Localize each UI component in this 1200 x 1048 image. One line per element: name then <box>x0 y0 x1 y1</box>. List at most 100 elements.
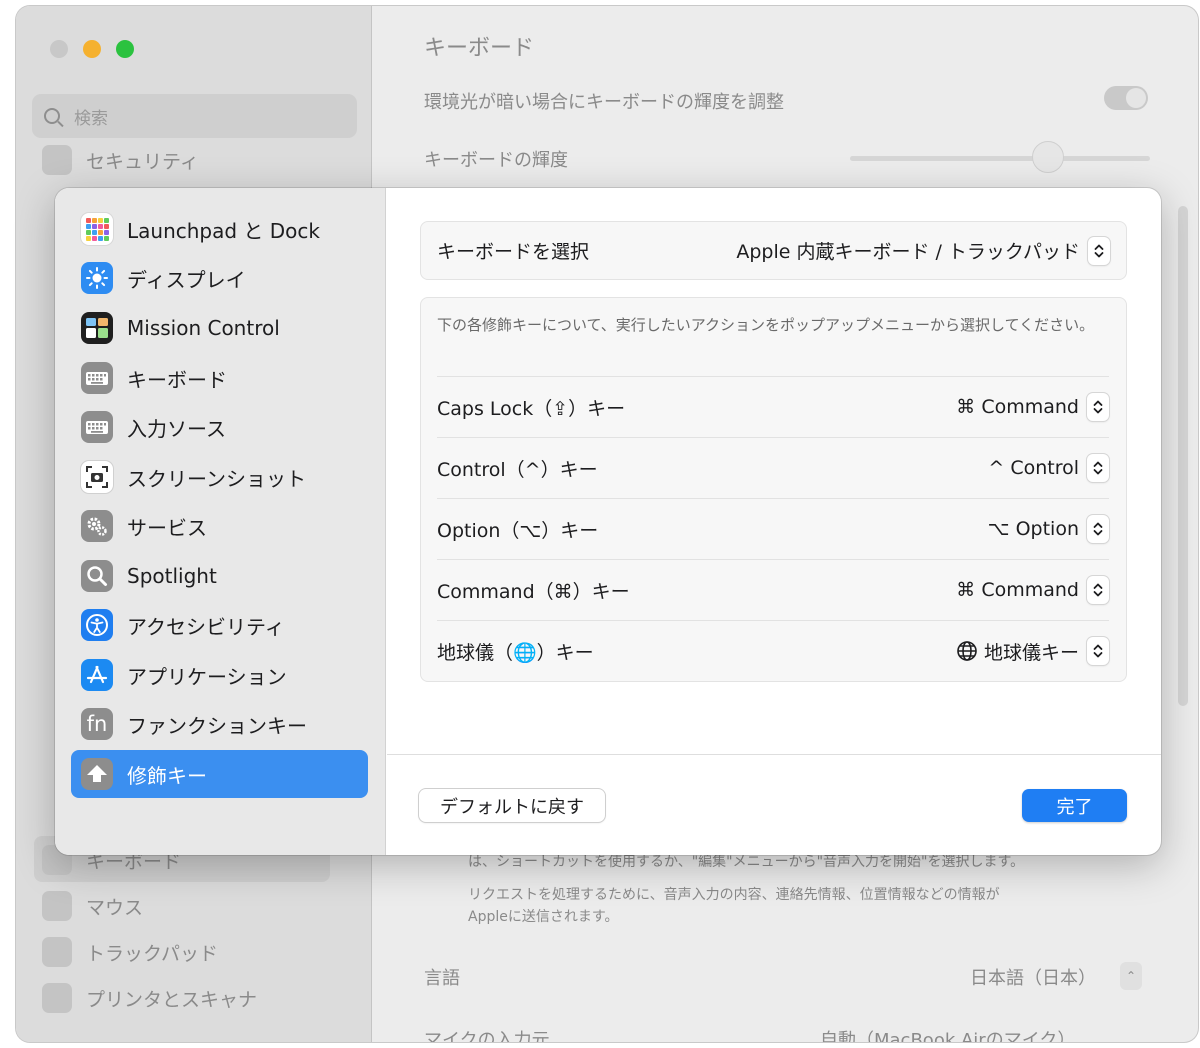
app-store-icon <box>81 659 113 691</box>
screenshot-icon <box>81 461 113 493</box>
modifier-row-control: Control（^）キー ^ Control <box>437 437 1109 498</box>
nav-item-mission-control[interactable]: Mission Control <box>71 304 368 352</box>
sidebar-item-label: セキュリティ <box>86 150 199 173</box>
language-value[interactable]: 日本語（日本） <box>970 964 1096 990</box>
nav-item-label: アプリケーション <box>127 664 287 689</box>
modifier-keys-content: キーボードを選択 Apple 内蔵キーボード / トラックパッド 下の各修飾キー… <box>387 188 1161 754</box>
modifier-row-label: 地球儀（🌐）キー <box>437 641 594 664</box>
nav-item-label: キーボード <box>127 367 227 392</box>
sidebar-item-trackpad[interactable]: トラックパッド <box>42 934 218 970</box>
fn-icon: fn <box>81 708 113 740</box>
footer-divider <box>387 754 1161 755</box>
done-button[interactable]: 完了 <box>1022 789 1127 822</box>
nav-item-spotlight[interactable]: Spotlight <box>71 552 368 600</box>
chevron-up-down-icon <box>1087 576 1109 604</box>
nav-item-function-keys[interactable]: fn ファンクションキー <box>71 700 368 748</box>
nav-item-label: Launchpad と Dock <box>127 218 320 243</box>
modifier-row-value: 地球儀キー <box>983 641 1079 664</box>
modifier-keys-icon <box>81 758 113 790</box>
modifier-row-label: Control（^）キー <box>437 458 598 481</box>
services-icon <box>81 510 113 542</box>
zoom-window-button[interactable] <box>116 40 134 58</box>
trackpad-icon <box>42 937 72 967</box>
search-field[interactable]: 検索 <box>32 94 357 138</box>
control-popup[interactable]: ^ Control <box>988 454 1109 482</box>
keyboard-select-popup[interactable]: Apple 内蔵キーボード / トラックパッド <box>736 236 1110 265</box>
display-icon <box>81 262 113 294</box>
search-icon <box>44 108 60 124</box>
command-popup[interactable]: ⌘ Command <box>956 576 1109 604</box>
nav-item-label: ディスプレイ <box>127 267 246 292</box>
nav-item-applications[interactable]: アプリケーション <box>71 651 368 699</box>
ambient-light-label: 環境光が暗い場合にキーボードの輝度を調整 <box>424 92 784 113</box>
brightness-slider-knob[interactable] <box>1032 141 1064 173</box>
option-popup[interactable]: ⌥ Option <box>988 515 1109 543</box>
keyboard-select-value: Apple 内蔵キーボード / トラックパッド <box>736 241 1080 263</box>
chevron-up-down-icon <box>1088 236 1110 265</box>
nav-item-keyboard[interactable]: キーボード <box>71 354 368 402</box>
nav-item-modifier-keys[interactable]: 修飾キー <box>71 750 368 798</box>
sidebar-item-security[interactable]: セキュリティ <box>42 142 199 178</box>
chevron-up-down-icon <box>1087 454 1109 482</box>
ambient-light-toggle[interactable] <box>1104 86 1148 110</box>
modifier-row-value: ⌥ Option <box>987 518 1079 540</box>
keyboard-select-row: キーボードを選択 Apple 内蔵キーボード / トラックパッド <box>420 221 1127 280</box>
nav-item-launchpad-dock[interactable]: Launchpad と Dock <box>71 205 368 253</box>
chevron-up-down-icon <box>1087 637 1109 665</box>
chevron-up-down-icon <box>1087 515 1109 543</box>
nav-item-label: サービス <box>127 515 207 540</box>
sidebar-item-printers[interactable]: プリンタとスキャナ <box>42 980 257 1016</box>
close-window-button[interactable] <box>50 40 68 58</box>
modifier-keys-description: 下の各修飾キーについて、実行したいアクションをポップアップメニューから選択してく… <box>437 316 1095 334</box>
modifier-row-caps-lock: Caps Lock（⇪）キー ⌘ Command <box>437 376 1109 437</box>
language-stepper[interactable]: ⌃ <box>1120 962 1142 990</box>
nav-item-label: Spotlight <box>127 564 217 588</box>
window-title: キーボード <box>424 36 535 61</box>
mouse-icon <box>42 891 72 921</box>
modifier-row-label: Command（⌘）キー <box>437 580 630 603</box>
keyboard-select-label: キーボードを選択 <box>437 241 590 263</box>
nav-item-label: 修飾キー <box>127 763 207 788</box>
input-sources-icon <box>81 411 113 443</box>
brightness-label: キーボードの輝度 <box>424 150 568 171</box>
modifier-keys-group: 下の各修飾キーについて、実行したいアクションをポップアップメニューから選択してく… <box>420 297 1127 682</box>
accessibility-icon <box>81 609 113 641</box>
nav-item-display[interactable]: ディスプレイ <box>71 254 368 302</box>
launchpad-dock-icon <box>81 213 113 245</box>
modifier-row-globe: 地球儀（🌐）キー 地球儀キー <box>437 620 1109 681</box>
modifier-row-value: ^ Control <box>988 457 1079 479</box>
security-icon <box>42 145 72 175</box>
minimize-window-button[interactable] <box>83 40 101 58</box>
brightness-slider-track[interactable] <box>850 156 1150 161</box>
sidebar-item-label: プリンタとスキャナ <box>86 988 258 1011</box>
nav-item-label: スクリーンショット <box>127 466 306 491</box>
caps-lock-popup[interactable]: ⌘ Command <box>956 393 1109 421</box>
sheet-sidebar: Launchpad と Dock ディスプレイ Mission Control … <box>55 188 386 855</box>
modifier-keys-sheet: Launchpad と Dock ディスプレイ Mission Control … <box>55 188 1161 855</box>
restore-defaults-button[interactable]: デフォルトに戻す <box>419 789 605 822</box>
search-placeholder: 検索 <box>74 108 108 129</box>
sidebar-item-label: マウス <box>86 896 144 919</box>
nav-item-accessibility[interactable]: アクセシビリティ <box>71 601 368 649</box>
modifier-row-label: Caps Lock（⇪）キー <box>437 397 626 420</box>
mission-control-icon <box>81 312 113 344</box>
nav-item-services[interactable]: サービス <box>71 502 368 550</box>
nav-item-input-sources[interactable]: 入力ソース <box>71 403 368 451</box>
spotlight-icon <box>81 560 113 592</box>
modifier-row-option: Option（⌥）キー ⌥ Option <box>437 498 1109 559</box>
dictation-note-2: リクエストを処理するために、音声入力の内容、連絡先情報、位置情報などの情報が <box>468 887 1000 903</box>
nav-item-label: アクセシビリティ <box>127 614 285 639</box>
nav-item-label: Mission Control <box>127 316 280 340</box>
globe-icon <box>957 641 977 661</box>
keyboard-icon <box>81 362 113 394</box>
dictation-note-3: Appleに送信されます。 <box>468 909 619 925</box>
sidebar-item-mouse[interactable]: マウス <box>42 888 143 924</box>
nav-item-screenshot[interactable]: スクリーンショット <box>71 453 368 501</box>
chevron-up-down-icon <box>1087 393 1109 421</box>
nav-item-label: 入力ソース <box>127 416 226 441</box>
mic-label: マイクの入力元 <box>424 1030 550 1042</box>
background-scrollbar[interactable] <box>1178 206 1188 706</box>
nav-item-label: ファンクションキー <box>127 713 307 738</box>
mic-value[interactable]: 自動（MacBook Airのマイク） <box>820 1026 1075 1042</box>
globe-popup[interactable]: 地球儀キー <box>956 637 1109 665</box>
